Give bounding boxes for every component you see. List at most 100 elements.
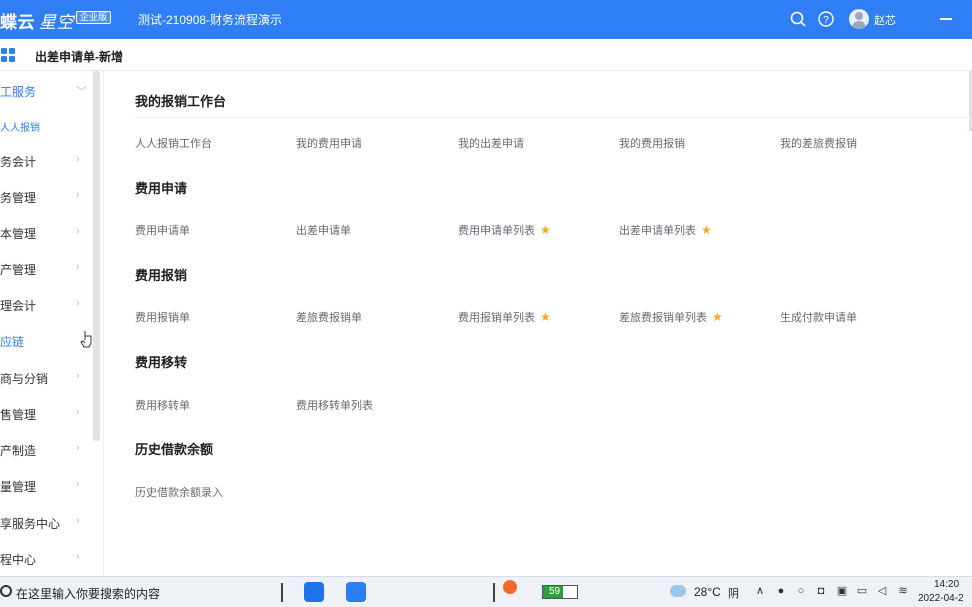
chevron-up-icon[interactable]: ∧ bbox=[754, 585, 766, 597]
link-expense-reimburse-list[interactable]: 费用报销单列表 ★ bbox=[458, 309, 551, 325]
app-grid-icon[interactable] bbox=[1, 48, 15, 62]
section-title-expense-request: 费用申请 bbox=[135, 181, 188, 196]
clock-date[interactable]: 2022-04-2 bbox=[918, 593, 964, 604]
sidebar-item-finance-management[interactable]: 务管理 › bbox=[0, 186, 92, 206]
sidebar-item-label: 产管理 bbox=[0, 263, 37, 277]
battery-indicator[interactable]: 59 bbox=[542, 585, 578, 599]
chevron-right-icon: › bbox=[76, 189, 80, 201]
search-icon[interactable] bbox=[789, 10, 807, 28]
sidebar-scrollbar[interactable] bbox=[93, 71, 100, 441]
link-expense-request-form[interactable]: 费用申请单 bbox=[135, 222, 190, 238]
section-divider bbox=[135, 117, 972, 118]
link-everyone-reimburse-workbench[interactable]: 人人报销工作台 bbox=[135, 135, 212, 151]
sidebar-item-finance-accounting[interactable]: 务会计 › bbox=[0, 150, 92, 170]
section-title-expense-transfer: 费用移转 bbox=[135, 355, 188, 370]
clock-time[interactable]: 14:20 bbox=[934, 579, 959, 590]
sidebar-item-everyone-reimburse[interactable]: 人人报销 bbox=[0, 116, 92, 136]
sidebar-item-management-accounting[interactable]: 理会计 › bbox=[0, 294, 92, 314]
link-my-expense-request[interactable]: 我的费用申请 bbox=[296, 135, 362, 151]
link-travel-request-list[interactable]: 出差申请单列表 ★ bbox=[619, 222, 712, 238]
link-expense-transfer-list[interactable]: 费用移转单列表 bbox=[296, 397, 373, 413]
app-launcher-icon[interactable] bbox=[304, 582, 324, 602]
link-my-travel-reimburse[interactable]: 我的差旅费报销 bbox=[780, 135, 857, 151]
tab-title[interactable]: 出差申请单-新增 bbox=[35, 48, 123, 65]
help-icon[interactable]: ? bbox=[817, 10, 835, 28]
search-icon[interactable] bbox=[0, 585, 12, 597]
star-icon[interactable]: ★ bbox=[540, 310, 551, 324]
volume-icon[interactable]: ◁ bbox=[876, 585, 888, 597]
link-expense-request-list[interactable]: 费用申请单列表 ★ bbox=[458, 222, 551, 238]
microphone-icon[interactable]: ● bbox=[775, 585, 787, 597]
sidebar-item-label: 应链 bbox=[0, 335, 25, 349]
sidebar-item-label: 产制造 bbox=[0, 444, 37, 458]
sidebar-item-label: 本管理 bbox=[0, 227, 37, 241]
security-icon[interactable]: ◘ bbox=[815, 585, 827, 597]
star-icon[interactable]: ★ bbox=[540, 223, 551, 237]
sidebar-item-process-center[interactable]: 程中心 › bbox=[0, 548, 92, 568]
link-expense-transfer-form[interactable]: 费用移转单 bbox=[135, 397, 190, 413]
wifi-icon[interactable]: ≋ bbox=[897, 585, 909, 597]
sidebar-item-asset-management[interactable]: 产管理 › bbox=[0, 258, 92, 278]
chevron-down-icon: ﹀ bbox=[76, 86, 87, 98]
sidebar-item-label: 售管理 bbox=[0, 408, 37, 422]
link-travel-request-form[interactable]: 出差申请单 bbox=[296, 222, 351, 238]
sidebar-item-label: 享服务中心 bbox=[0, 517, 61, 531]
weather-description[interactable]: 阴 bbox=[728, 585, 739, 601]
sidebar-item-label: 工服务 bbox=[0, 85, 37, 99]
chevron-right-icon: › bbox=[76, 406, 80, 418]
star-icon[interactable]: ★ bbox=[712, 310, 723, 324]
sidebar-item-shared-service-center[interactable]: 享服务中心 › bbox=[0, 512, 92, 532]
section-title-historical-loan-balance: 历史借款余额 bbox=[135, 442, 214, 457]
cloud-sync-icon[interactable]: ○ bbox=[795, 585, 807, 597]
sidebar-item-cost-management[interactable]: 本管理 › bbox=[0, 222, 92, 242]
sidebar-item-employee-service[interactable]: 工服务 ﹀ bbox=[0, 80, 92, 100]
brand-logo[interactable]: 蝶云 星空 bbox=[0, 8, 74, 33]
chevron-right-icon: › bbox=[76, 478, 80, 490]
edition-badge: 企业版 bbox=[76, 11, 112, 24]
battery-icon[interactable]: ▭ bbox=[856, 585, 868, 597]
chevron-right-icon: › bbox=[76, 370, 80, 382]
brand-main: 蝶云 bbox=[0, 13, 35, 32]
sidebar-item-label: 人人报销 bbox=[0, 123, 40, 134]
sidebar-item-label: 量管理 bbox=[0, 480, 37, 494]
chevron-right-icon: › bbox=[76, 515, 80, 527]
sidebar-item-label: 商与分销 bbox=[0, 372, 49, 386]
cloud-icon[interactable] bbox=[670, 585, 686, 597]
link-travel-reimburse-list[interactable]: 差旅费报销单列表 ★ bbox=[619, 309, 723, 325]
brand-sub: 星空 bbox=[39, 13, 74, 32]
sidebar-item-sales-management[interactable]: 售管理 › bbox=[0, 403, 92, 423]
taskbar-search-input[interactable]: 在这里输入你要搜索的内容 bbox=[16, 585, 160, 602]
taskbar-divider bbox=[493, 583, 495, 602]
link-my-travel-request[interactable]: 我的出差申请 bbox=[458, 135, 524, 151]
os-taskbar: 在这里输入你要搜索的内容 59 28°C 阴 ∧ ● ○ ◘ ▣ ▭ ◁ ≋ 1… bbox=[0, 576, 972, 607]
sidebar-item-channel-distribution[interactable]: 商与分销 › bbox=[0, 367, 92, 387]
notification-app-icon[interactable]: ▣ bbox=[836, 585, 848, 597]
app-launcher-icon[interactable] bbox=[346, 582, 366, 602]
sidebar-item-supply-chain[interactable]: 应链 bbox=[0, 330, 92, 350]
link-generate-payment-request[interactable]: 生成付款申请单 bbox=[780, 309, 857, 325]
top-bar: 蝶云 星空 企业版 测试-210908-财务流程演示 ? 赵芯 bbox=[0, 0, 972, 39]
sidebar-item-label: 理会计 bbox=[0, 299, 37, 313]
link-label: 费用申请单列表 bbox=[458, 225, 535, 237]
sidebar-item-quality-management[interactable]: 量管理 › bbox=[0, 475, 92, 495]
link-historical-loan-balance-entry[interactable]: 历史借款余额录入 bbox=[135, 484, 223, 500]
battery-percent: 59 bbox=[549, 586, 561, 597]
sidebar-item-label: 程中心 bbox=[0, 553, 37, 567]
weather-temperature[interactable]: 28°C bbox=[694, 585, 721, 599]
sidebar-item-manufacturing[interactable]: 产制造 › bbox=[0, 439, 92, 459]
sidebar-item-label: 务会计 bbox=[0, 155, 37, 169]
avatar[interactable] bbox=[849, 9, 869, 29]
chevron-right-icon: › bbox=[76, 225, 80, 237]
user-name[interactable]: 赵芯 bbox=[874, 12, 896, 28]
hand-cursor-icon bbox=[80, 331, 92, 348]
link-expense-reimburse-form[interactable]: 费用报销单 bbox=[135, 309, 190, 325]
link-label: 出差申请单列表 bbox=[619, 225, 696, 237]
star-icon[interactable]: ★ bbox=[701, 223, 712, 237]
chevron-right-icon: › bbox=[76, 551, 80, 563]
link-travel-reimburse-form[interactable]: 差旅费报销单 bbox=[296, 309, 362, 325]
section-title-my-workbench: 我的报销工作台 bbox=[135, 94, 227, 109]
link-my-expense-reimburse[interactable]: 我的费用报销 bbox=[619, 135, 685, 151]
input-method-icon[interactable] bbox=[503, 580, 517, 594]
main-content: 我的报销工作台 人人报销工作台 我的费用申请 我的出差申请 我的费用报销 我的差… bbox=[104, 71, 972, 576]
minimize-icon[interactable] bbox=[940, 18, 952, 20]
